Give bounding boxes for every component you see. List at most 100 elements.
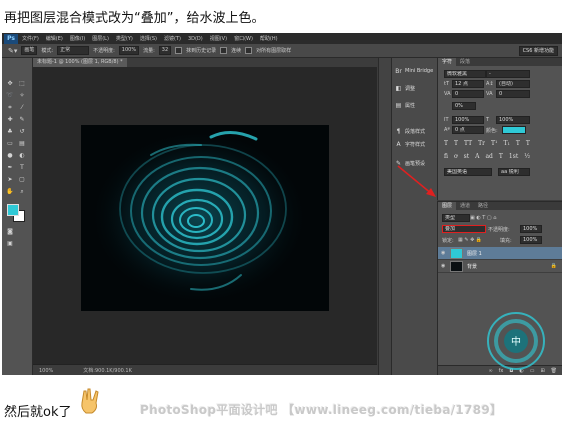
stamp-tool-icon[interactable]: ♣ xyxy=(6,128,14,136)
visibility-eye-icon[interactable]: ◉ xyxy=(441,263,447,269)
dock-collapse-strip[interactable] xyxy=(378,58,391,375)
vscale-input[interactable]: 100% xyxy=(452,116,484,124)
faux-italic-button[interactable]: T xyxy=(454,140,458,147)
text-color-swatch[interactable] xyxy=(502,126,526,134)
hand-tool-icon[interactable]: ✋ xyxy=(6,188,14,196)
lasso-tool-icon[interactable]: ➰ xyxy=(6,92,14,100)
kerning-input[interactable]: 0 xyxy=(452,90,484,98)
brush-preset-picker[interactable]: 画笔 xyxy=(21,46,38,55)
opacity-label: 不透明度: xyxy=(93,48,115,54)
underline-button[interactable]: T xyxy=(516,140,520,147)
oldstyle-button[interactable]: ơ xyxy=(454,153,458,160)
blend-mode-select[interactable]: 叠加 xyxy=(442,225,486,233)
panel-adjust[interactable]: ◧ 调整 xyxy=(395,83,437,93)
strikethrough-button[interactable]: T xyxy=(526,140,530,147)
opacity-input[interactable]: 100% xyxy=(118,46,140,55)
flow-input[interactable]: 32 xyxy=(158,46,172,55)
tracking-input[interactable]: 0 xyxy=(496,90,530,98)
shape-tool-icon[interactable]: ▢ xyxy=(18,176,26,184)
path-select-tool-icon[interactable]: ➤ xyxy=(6,176,14,184)
brush-tool-icon[interactable]: ✎ xyxy=(18,116,26,124)
gradient-tool-icon[interactable]: ▤ xyxy=(18,140,26,148)
panel-brush-presets[interactable]: ✎ 画笔预设 xyxy=(395,158,437,168)
fill-input[interactable]: 100% xyxy=(520,236,542,244)
antialias-select[interactable]: aa 锐利 xyxy=(498,168,530,176)
panel-paragraph-style[interactable]: ¶ 段落样式 xyxy=(395,126,437,136)
blur-tool-icon[interactable]: ● xyxy=(6,152,14,160)
contiguous-checkbox[interactable] xyxy=(220,47,228,54)
tab-paragraph[interactable]: 段落 xyxy=(456,58,474,66)
screen-mode-icon[interactable]: ▣ xyxy=(6,240,14,248)
menu-edit[interactable]: 编辑(E) xyxy=(46,35,63,42)
workspace-select[interactable]: CS6 新增功能 xyxy=(518,46,558,56)
ordinal-button[interactable]: A xyxy=(475,153,479,160)
menu-file[interactable]: 文件(F) xyxy=(22,35,39,42)
hscale-input[interactable]: 100% xyxy=(496,116,530,124)
document-tab[interactable]: 未标题-1 @ 100% (图层 1, RGB/8) * xyxy=(33,58,127,67)
language-select[interactable]: 美国英语 xyxy=(444,168,492,176)
brush-tool-icon[interactable]: ✎▾ xyxy=(8,47,17,55)
history-brush-tool-icon[interactable]: ↺ xyxy=(18,128,26,136)
menu-image[interactable]: 图像(I) xyxy=(70,35,85,42)
swash-button[interactable]: st xyxy=(464,153,470,160)
baseline-input[interactable]: 0 点 xyxy=(452,126,484,134)
layer-filter-select[interactable]: 类型 xyxy=(442,214,470,222)
menu-help[interactable]: 帮助(H) xyxy=(260,35,278,42)
titling-button[interactable]: ad xyxy=(485,153,492,160)
menu-window[interactable]: 窗口(W) xyxy=(234,35,253,42)
panel-properties[interactable]: ▤ 属性 xyxy=(395,100,437,110)
fraction-button[interactable]: T xyxy=(499,153,503,160)
ordinals-button[interactable]: 1st xyxy=(509,153,518,160)
crop-tool-icon[interactable]: ⌗ xyxy=(6,104,14,112)
type-tool-icon[interactable]: T xyxy=(18,164,26,172)
marquee-tool-icon[interactable]: ⬚ xyxy=(18,80,26,88)
small-caps-button[interactable]: Tr xyxy=(478,140,485,147)
half-button[interactable]: ½ xyxy=(524,153,530,160)
menu-view[interactable]: 视图(V) xyxy=(210,35,227,42)
foreground-color-swatch[interactable] xyxy=(7,204,19,216)
menu-filter[interactable]: 滤镜(T) xyxy=(164,35,181,42)
tab-character[interactable]: 字符 xyxy=(438,58,457,66)
panel-char-style[interactable]: A 字符样式 xyxy=(395,139,437,149)
hscale-icon: T xyxy=(486,117,490,123)
menu-type[interactable]: 类型(Y) xyxy=(116,35,133,42)
quick-mask-icon[interactable]: ◙ xyxy=(6,228,14,236)
tab-layers[interactable]: 图层 xyxy=(438,202,457,210)
eraser-tool-icon[interactable]: ▭ xyxy=(6,140,14,148)
layer-row-background[interactable]: ◉ 背景 🔒 xyxy=(438,260,562,273)
font-style-select[interactable]: - xyxy=(486,70,530,78)
faux-bold-button[interactable]: T xyxy=(444,140,448,147)
tab-channels[interactable]: 通道 xyxy=(456,202,474,210)
trash-icon[interactable]: 🗑 xyxy=(551,368,557,374)
pen-tool-icon[interactable]: ✒ xyxy=(6,164,14,172)
all-caps-button[interactable]: TT xyxy=(464,140,472,147)
menu-select[interactable]: 选择(S) xyxy=(140,35,157,42)
canvas-ripple-image[interactable] xyxy=(81,125,329,311)
move-tool-icon[interactable]: ✥ xyxy=(6,80,14,88)
magic-wand-tool-icon[interactable]: ✧ xyxy=(18,92,26,100)
subscript-button[interactable]: T₁ xyxy=(503,140,509,147)
font-size-input[interactable]: 12 点 xyxy=(452,80,484,88)
superscript-button[interactable]: T¹ xyxy=(491,140,497,147)
dodge-tool-icon[interactable]: ◐ xyxy=(18,152,26,160)
erase-history-checkbox[interactable] xyxy=(175,47,183,54)
visibility-eye-icon[interactable]: ◉ xyxy=(441,250,447,256)
menu-layer[interactable]: 图层(L) xyxy=(92,35,109,42)
tsume-input[interactable]: 0% xyxy=(452,102,476,110)
zoom-level[interactable]: 100% xyxy=(39,368,53,374)
sample-all-checkbox[interactable] xyxy=(245,47,253,54)
layer-opacity-input[interactable]: 100% xyxy=(520,225,542,233)
leading-input[interactable]: (自动) xyxy=(496,80,530,88)
site-watermark: PhotoShop平面设计吧 【www.lineeg.com/tieba/178… xyxy=(140,403,503,417)
layer-row-layer1[interactable]: ◉ 图层 1 xyxy=(438,247,562,260)
menu-3d[interactable]: 3D(D) xyxy=(188,36,203,42)
mode-select[interactable]: 正常 xyxy=(57,46,90,55)
ligature-button[interactable]: fi xyxy=(444,153,448,160)
zoom-tool-icon[interactable]: ⌕ xyxy=(18,188,26,196)
eyedropper-tool-icon[interactable]: ⁄ xyxy=(18,104,26,112)
panel-mini-bridge[interactable]: Br Mini Bridge xyxy=(395,66,437,76)
tab-paths[interactable]: 路径 xyxy=(474,202,492,210)
heal-tool-icon[interactable]: ✚ xyxy=(6,116,14,124)
font-family-select[interactable]: 微软雅黑 xyxy=(444,70,486,78)
lock-icons[interactable]: ▦ ✎ ✥ 🔒 xyxy=(458,237,482,243)
